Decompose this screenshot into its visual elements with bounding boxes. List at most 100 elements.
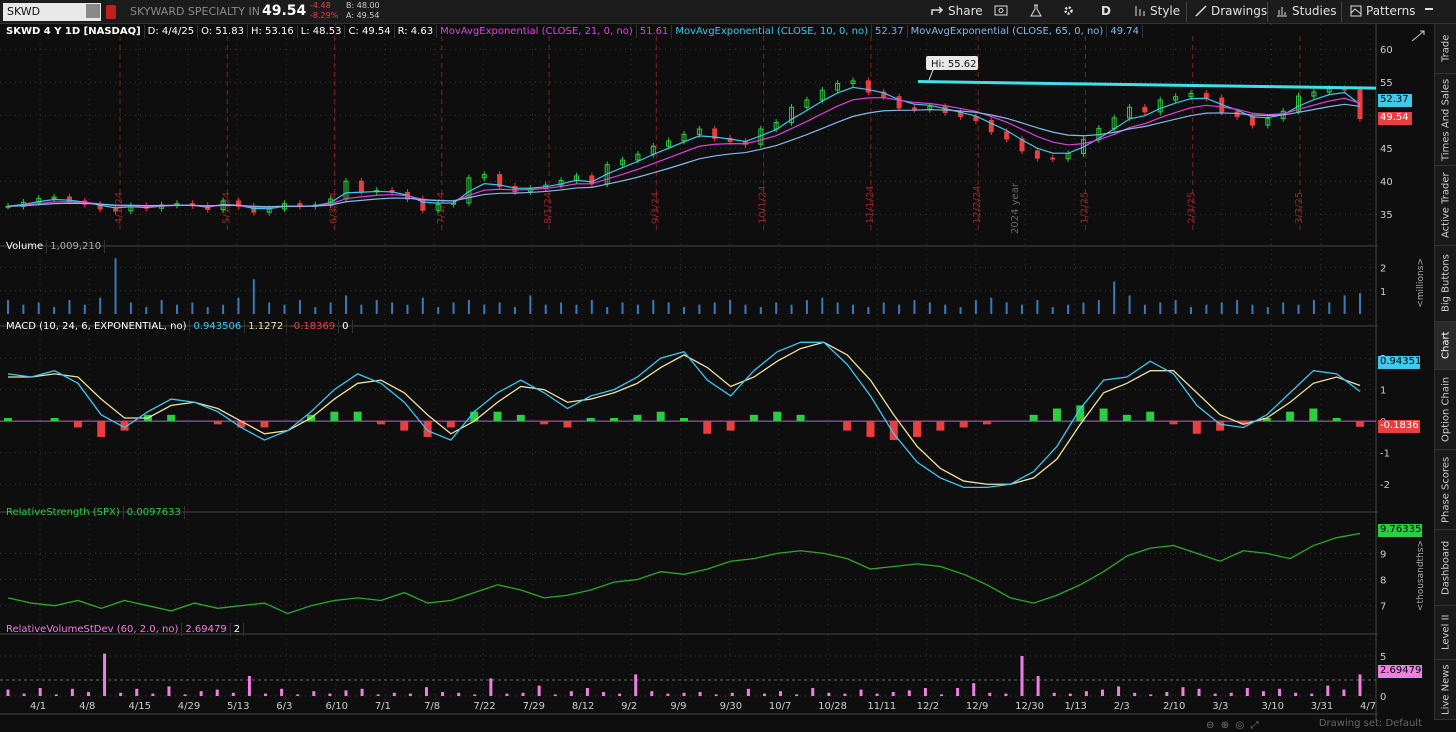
rv-bar [119, 692, 123, 696]
rv-bar [183, 694, 187, 696]
rv-bar [1342, 689, 1346, 696]
patterns-button[interactable]: Patterns [1350, 4, 1415, 18]
tab-big-buttons[interactable]: Big Buttons [1435, 246, 1456, 322]
rv-badge: 2.69479 [1378, 665, 1422, 678]
settings-button[interactable] [1062, 4, 1079, 17]
macd-hist-bar [353, 411, 362, 422]
rv-bar [264, 693, 268, 696]
sidebar: Trade Times And Sales Active Trader Big … [1434, 24, 1456, 720]
tab-times-and-sales[interactable]: Times And Sales [1435, 74, 1456, 166]
tab-dashboard[interactable]: Dashboard [1435, 530, 1456, 606]
candle [1004, 131, 1010, 140]
macd-hist-bar [97, 421, 106, 437]
tab-live-news[interactable]: Live News [1435, 660, 1456, 720]
macd-hist-bar [959, 421, 968, 428]
rv-bar [1213, 693, 1217, 696]
rv-bar [6, 689, 10, 696]
rv-bar [811, 688, 815, 696]
alert-icon[interactable] [106, 5, 116, 19]
volume-bar [283, 304, 286, 314]
tab-phase-scores[interactable]: Phase Scores [1435, 450, 1456, 530]
rv-bar [1229, 692, 1233, 696]
volume-bar [1236, 300, 1239, 314]
macd-hist-bar [866, 421, 875, 437]
macd-hist-bar [843, 421, 852, 431]
share-icon [931, 6, 944, 15]
zoom-controls[interactable]: ⊖ ⊕ ◎ ⤢ [1206, 720, 1316, 731]
rv-bar [1294, 692, 1298, 696]
snapshot-button[interactable] [994, 4, 1012, 16]
tab-option-chain[interactable]: Option Chain [1435, 370, 1456, 450]
ma10-badge: 52.37 [1378, 94, 1412, 107]
x-tick-label: 3/10 [1261, 701, 1283, 712]
macd-hist-bar [983, 421, 992, 425]
volume-bar [268, 302, 271, 314]
volume-bar [22, 304, 25, 314]
volume-bar [1005, 302, 1008, 314]
rv-bar [1036, 676, 1040, 696]
rv-bar [746, 688, 750, 696]
rv-bar [1149, 694, 1153, 696]
rv-bar [247, 676, 251, 696]
volume-bar [959, 307, 962, 314]
x-tick-label: 1/13 [1064, 701, 1086, 712]
rv-bar [730, 692, 734, 696]
volume-bar [483, 304, 486, 314]
tab-trade[interactable]: Trade [1435, 24, 1456, 74]
candle [1203, 92, 1209, 99]
volume-bar [1282, 302, 1285, 314]
tab-chart[interactable]: Chart [1435, 322, 1456, 370]
y-tick-label: 9 [1380, 549, 1386, 560]
tab-level-ii[interactable]: Level II [1435, 606, 1456, 660]
volume-bar [575, 304, 578, 314]
toolbar: SKWD SKYWARD SPECIALTY IN 49.54 -4.48 -8.… [0, 0, 1456, 24]
volume-bar [129, 302, 132, 314]
volume-bar [729, 300, 732, 314]
volume-bar [652, 300, 655, 314]
macd-hist-bar [749, 414, 758, 422]
volume-bar [176, 304, 178, 314]
volume-bar [452, 302, 455, 314]
x-tick-label: 9/2 [621, 701, 637, 712]
style-button[interactable]: Style [1134, 4, 1180, 18]
volume-bar [1097, 300, 1100, 314]
rv-bar [553, 694, 557, 696]
x-tick-label: 4/1 [30, 701, 46, 712]
volume-bar [1036, 300, 1039, 314]
chevron-down-icon[interactable] [86, 4, 100, 18]
share-button[interactable]: Share [930, 4, 983, 18]
studies-button[interactable]: Studies [1276, 4, 1337, 18]
rv-bar [682, 692, 686, 696]
macd-hist-bar [516, 414, 525, 422]
volume-bar [1082, 302, 1085, 314]
status-bar: ⊖ ⊕ ◎ ⤢ Drawing set: Default [0, 718, 1456, 732]
macd-hist-bar [1122, 414, 1131, 422]
month-label: 7/1/24 [436, 192, 447, 224]
month-label: 3/3/25 [1294, 192, 1305, 224]
volume-bar [1051, 307, 1054, 314]
camera-icon [994, 5, 1008, 16]
tab-active-trader[interactable]: Active Trader [1435, 166, 1456, 246]
chart-canvas[interactable]: 4/1/24 5/1/24 6/3/24 7/1/24 8/1/24 9/3/24 10/1… [0, 24, 1456, 720]
symbol-input[interactable]: SKWD [3, 3, 101, 21]
rv-bar [424, 687, 428, 696]
candle [589, 175, 595, 185]
volume-bar [1343, 295, 1346, 314]
gear-icon [1064, 6, 1073, 15]
aggregation-button[interactable]: D [1101, 4, 1111, 18]
rv-bar [296, 694, 300, 696]
expand-icon[interactable] [1410, 28, 1426, 42]
drawings-button[interactable]: Drawings [1195, 4, 1267, 18]
collapse-button[interactable] [1424, 4, 1438, 14]
volume-bar [191, 302, 194, 314]
candle [1249, 116, 1255, 126]
x-tick-label: 8/12 [572, 701, 594, 712]
rv-bar [940, 694, 944, 696]
rv-bar [408, 693, 412, 696]
volume-bar [514, 307, 516, 314]
flask-button[interactable] [1030, 4, 1046, 17]
rv-bar [618, 693, 622, 696]
rv-bar [38, 688, 42, 696]
macd-hist-bar [703, 421, 712, 434]
volume-bar [467, 300, 470, 314]
